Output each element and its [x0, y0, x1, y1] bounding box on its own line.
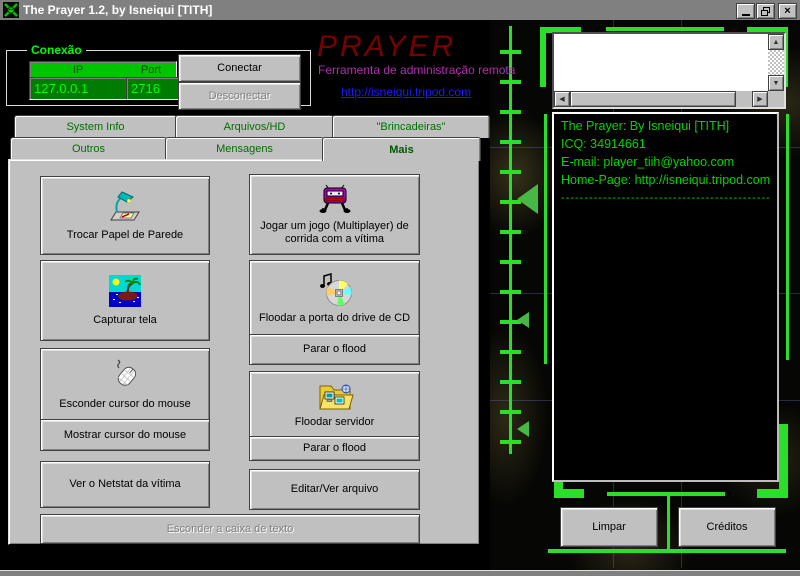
connection-group: Conexão IP Port 127.0.0.1 2716 Conectar … [6, 50, 311, 106]
disconnect-button[interactable]: Desconectar [178, 82, 301, 110]
change-wallpaper-button[interactable]: Trocar Papel de Parede [40, 176, 210, 255]
tab-panel-mais: Trocar Papel de Parede Capturar tela [8, 159, 480, 545]
info-line: ICQ: 34914661 [561, 135, 770, 153]
output-textbox-client[interactable] [554, 34, 768, 91]
flood-server-button[interactable]: Floodar servidor [249, 371, 420, 438]
server-folder-icon [315, 380, 355, 412]
connect-button[interactable]: Conectar [178, 54, 301, 82]
app-logo-title: PRAYER [317, 32, 456, 62]
scroll-right-icon: ▶ [757, 95, 762, 103]
decor-tick [500, 260, 521, 264]
decor-tick [500, 230, 521, 234]
vertical-scrollbar-track[interactable] [768, 50, 784, 75]
netstat-button[interactable]: Ver o Netstat da vítima [40, 461, 210, 508]
ip-header-label: IP [30, 64, 126, 76]
edit-view-file-button[interactable]: Editar/Ver arquivo [249, 469, 420, 510]
tab-mensagens[interactable]: Mensagens [165, 137, 324, 160]
decor-tick [500, 410, 521, 414]
decor-line [786, 114, 789, 360]
scroll-up-icon: ▲ [773, 39, 780, 46]
cd-music-icon [315, 272, 355, 308]
decor-tick [500, 80, 521, 84]
stop-flood-server-button[interactable]: Parar o flood [249, 436, 420, 461]
ip-port-header: IP Port [29, 61, 177, 78]
tab-mais[interactable]: Mais [322, 137, 481, 161]
decor-bracket [779, 424, 788, 498]
connection-group-label: Conexão [27, 43, 86, 57]
decor-tick [500, 290, 521, 294]
decor-tick [500, 110, 521, 114]
port-header-label: Port [126, 64, 176, 76]
window-title: The Prayer 1.2, by Isneiqui [TITH] [23, 3, 212, 17]
scrollbar-corner [768, 91, 784, 107]
credits-button[interactable]: Créditos [678, 507, 776, 547]
wallpaper-lamp-icon [105, 189, 145, 223]
decor-triangle [517, 421, 529, 437]
close-icon: × [784, 5, 790, 17]
decor-tick [500, 380, 521, 384]
minimize-button[interactable] [736, 3, 755, 19]
scroll-left-icon: ◀ [559, 95, 564, 103]
info-line: E-mail: player_tiih@yahoo.com [561, 153, 770, 171]
titlebar: The Prayer 1.2, by Isneiqui [TITH] × [0, 0, 800, 20]
decor-ruler-line [509, 26, 512, 454]
tab-outros[interactable]: Outros [10, 137, 167, 160]
app-icon [3, 2, 19, 18]
output-textbox[interactable]: ▲ ▼ ◀ ▶ [552, 32, 786, 109]
screenshot-island-icon [109, 275, 141, 307]
decor-bracket [554, 489, 584, 498]
app-window: The Prayer 1.2, by Isneiqui [TITH] × [0, 0, 800, 576]
decor-tick [500, 50, 521, 54]
scroll-right-button[interactable]: ▶ [752, 91, 768, 107]
restore-icon [761, 7, 770, 16]
mouse-icon [105, 359, 145, 393]
scroll-down-icon: ▼ [773, 80, 780, 87]
decor-bar [607, 492, 725, 496]
app-logo-subtitle: Ferramenta de administração remota [318, 63, 515, 77]
decor-tick [500, 350, 521, 354]
decor-bar [548, 549, 786, 553]
close-button[interactable]: × [778, 3, 797, 19]
clear-button[interactable]: Limpar [560, 507, 658, 547]
tab-system-info[interactable]: System Info [14, 115, 177, 138]
info-line: Home-Page: http://isneiqui.tripod.com [561, 171, 770, 189]
info-box: The Prayer: By Isneiqui [TITH] ICQ: 3491… [552, 112, 779, 482]
minimize-icon [742, 14, 750, 16]
race-car-icon [315, 184, 355, 216]
info-separator: ----------------------------------------… [561, 189, 770, 207]
scroll-up-button[interactable]: ▲ [768, 34, 784, 50]
window-bottom-border [0, 570, 800, 576]
port-input[interactable]: 2716 [126, 77, 179, 100]
decor-tick [500, 140, 521, 144]
decor-triangle [517, 312, 529, 328]
hide-textbox-button[interactable]: Esconder a caixa de texto [40, 514, 420, 544]
decor-line [667, 492, 670, 552]
tab-brincadeiras[interactable]: "Brincadeiras" [332, 115, 490, 138]
decor-bracket [540, 27, 546, 87]
horizontal-scrollbar-thumb[interactable] [570, 91, 736, 107]
scroll-left-button[interactable]: ◀ [554, 91, 570, 107]
decor-bar [606, 27, 724, 31]
hide-cursor-button[interactable]: Esconder cursor do mouse [40, 348, 210, 421]
homepage-link[interactable]: http://isneiqui.tripod.com [341, 85, 471, 99]
capture-screen-button[interactable]: Capturar tela [40, 260, 210, 341]
decor-tick [500, 440, 521, 444]
show-cursor-button[interactable]: Mostrar cursor do mouse [40, 419, 210, 451]
restore-button[interactable] [756, 3, 775, 19]
scroll-down-button[interactable]: ▼ [768, 75, 784, 91]
decor-line [544, 114, 547, 364]
flood-cd-button[interactable]: Floodar a porta do drive de CD [249, 260, 420, 336]
ip-input[interactable]: 127.0.0.1 [29, 77, 129, 100]
info-line: The Prayer: By Isneiqui [TITH] [561, 117, 770, 135]
stop-flood-cd-button[interactable]: Parar o flood [249, 334, 420, 365]
decor-triangle [517, 184, 538, 214]
tab-arquivos-hd[interactable]: Arquivos/HD [175, 115, 334, 138]
play-race-game-button[interactable]: Jogar um jogo (Multiplayer) de corrida c… [249, 174, 420, 255]
decor-tick [500, 170, 521, 174]
